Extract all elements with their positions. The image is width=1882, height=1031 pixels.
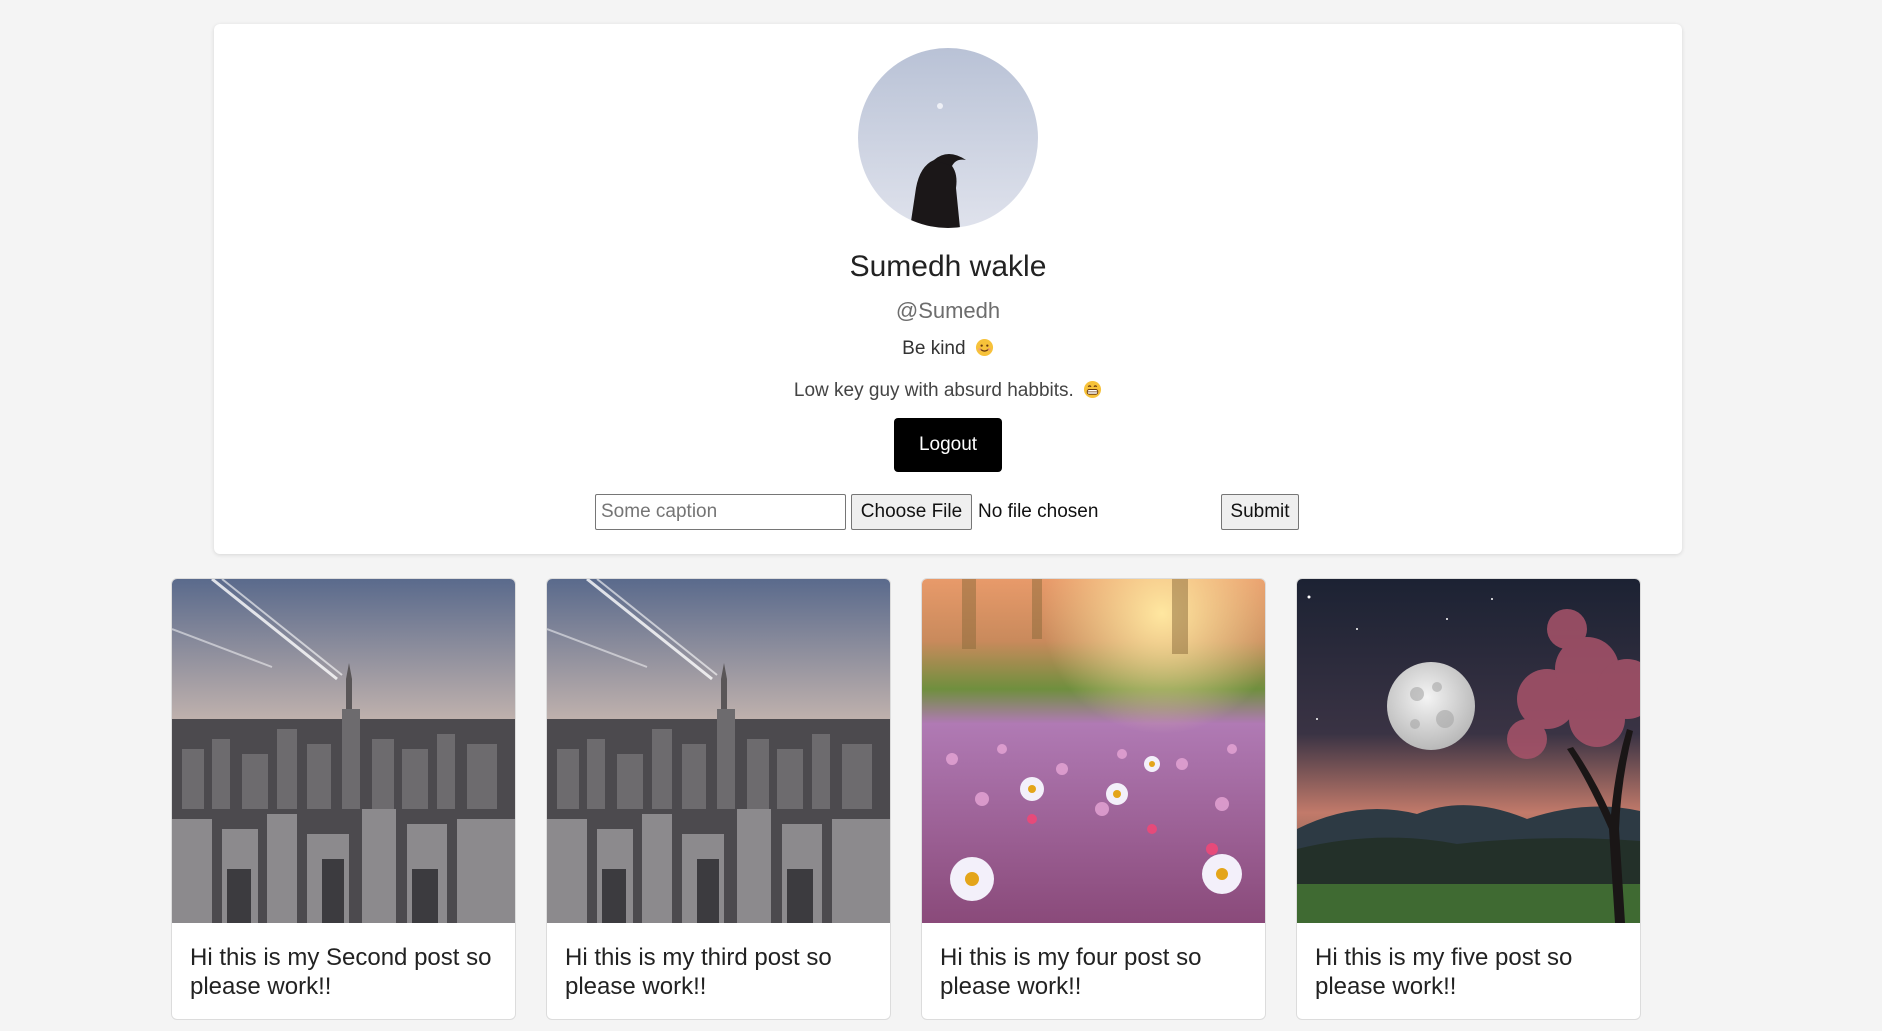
bio-text: Low key guy with absurd habbits. [793,380,1074,401]
post-caption: Hi this is my Second post so please work… [190,944,492,1000]
post-card[interactable]: Hi this is my five post so please work!! [1296,578,1641,1020]
smiling-face-icon [975,338,993,357]
file-status-text: No file chosen [978,501,1099,522]
post-image-moon-tree [1297,579,1640,923]
post-caption: Hi this is my five post so please work!! [1315,944,1573,1000]
profile-status: Be kind [214,338,1682,360]
avatar [858,48,1038,228]
grinning-face-icon [1084,380,1102,399]
post-image-flower-field [922,579,1265,923]
post-caption: Hi this is my third post so please work!… [565,944,832,1000]
post-card[interactable]: Hi this is my third post so please work!… [546,578,891,1020]
profile-bio: Low key guy with absurd habbits. [214,380,1682,402]
profile-handle: @Sumedh [895,298,1001,323]
post-image-city-skyline [547,579,890,923]
post-image-city-skyline [172,579,515,923]
post-card[interactable]: Hi this is my four post so please work!! [921,578,1266,1020]
posts-grid: Hi this is my Second post so please work… [0,578,1882,1031]
caption-input[interactable] [595,494,846,530]
profile-card: Sumedh wakle @Sumedh Be kind Low key guy… [214,24,1682,554]
status-text: Be kind [902,338,966,359]
post-caption: Hi this is my four post so please work!! [940,944,1202,1000]
post-card[interactable]: Hi this is my Second post so please work… [171,578,516,1020]
profile-name: Sumedh wakle [849,250,1047,283]
choose-file-button[interactable]: Choose File [851,494,972,530]
upload-form: Choose File No file chosen Submit [214,494,1682,530]
logout-button[interactable]: Logout [894,418,1002,472]
submit-button[interactable]: Submit [1221,494,1299,530]
